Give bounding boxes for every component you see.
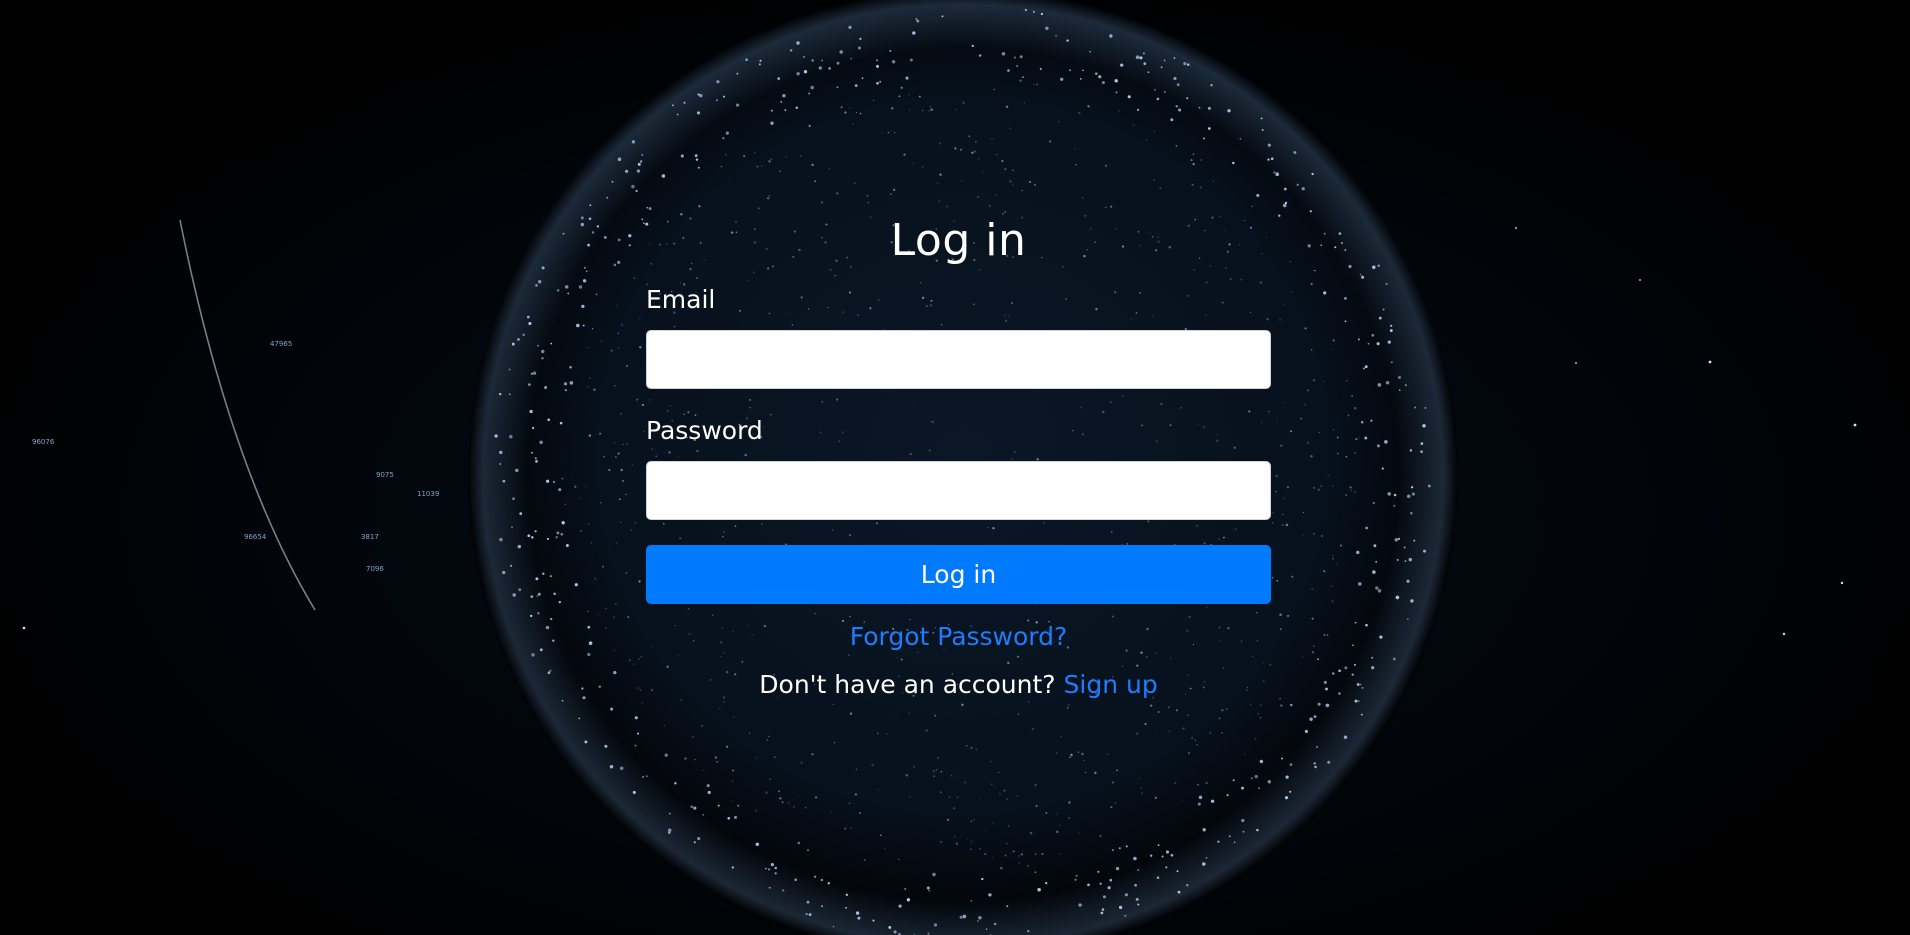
login-form: Log in Email Password Log in Forgot Pass… [646,210,1271,702]
signup-prompt-text: Don't have an account? [759,670,1056,699]
signup-prompt-line: Don't have an account? Sign up [646,668,1271,702]
email-label: Email [646,285,716,314]
login-page: 47965 96076 9075 11039 96654 3817 7096 L… [0,0,1910,935]
email-field[interactable] [646,330,1271,389]
hud-number-2: 96076 [32,438,55,446]
hud-number-3: 9075 [376,471,394,479]
password-field[interactable] [646,461,1271,520]
hud-number-7: 7096 [366,565,384,573]
hud-number-1: 47965 [270,340,292,348]
hud-number-5: 96654 [244,533,267,541]
forgot-password-link[interactable]: Forgot Password? [646,620,1271,654]
hud-number-6: 3817 [361,533,379,541]
page-title: Log in [890,215,1027,266]
password-label: Password [646,416,763,445]
hud-number-4: 11039 [417,490,439,498]
login-button[interactable]: Log in [646,545,1271,604]
signup-link[interactable]: Sign up [1064,670,1158,699]
